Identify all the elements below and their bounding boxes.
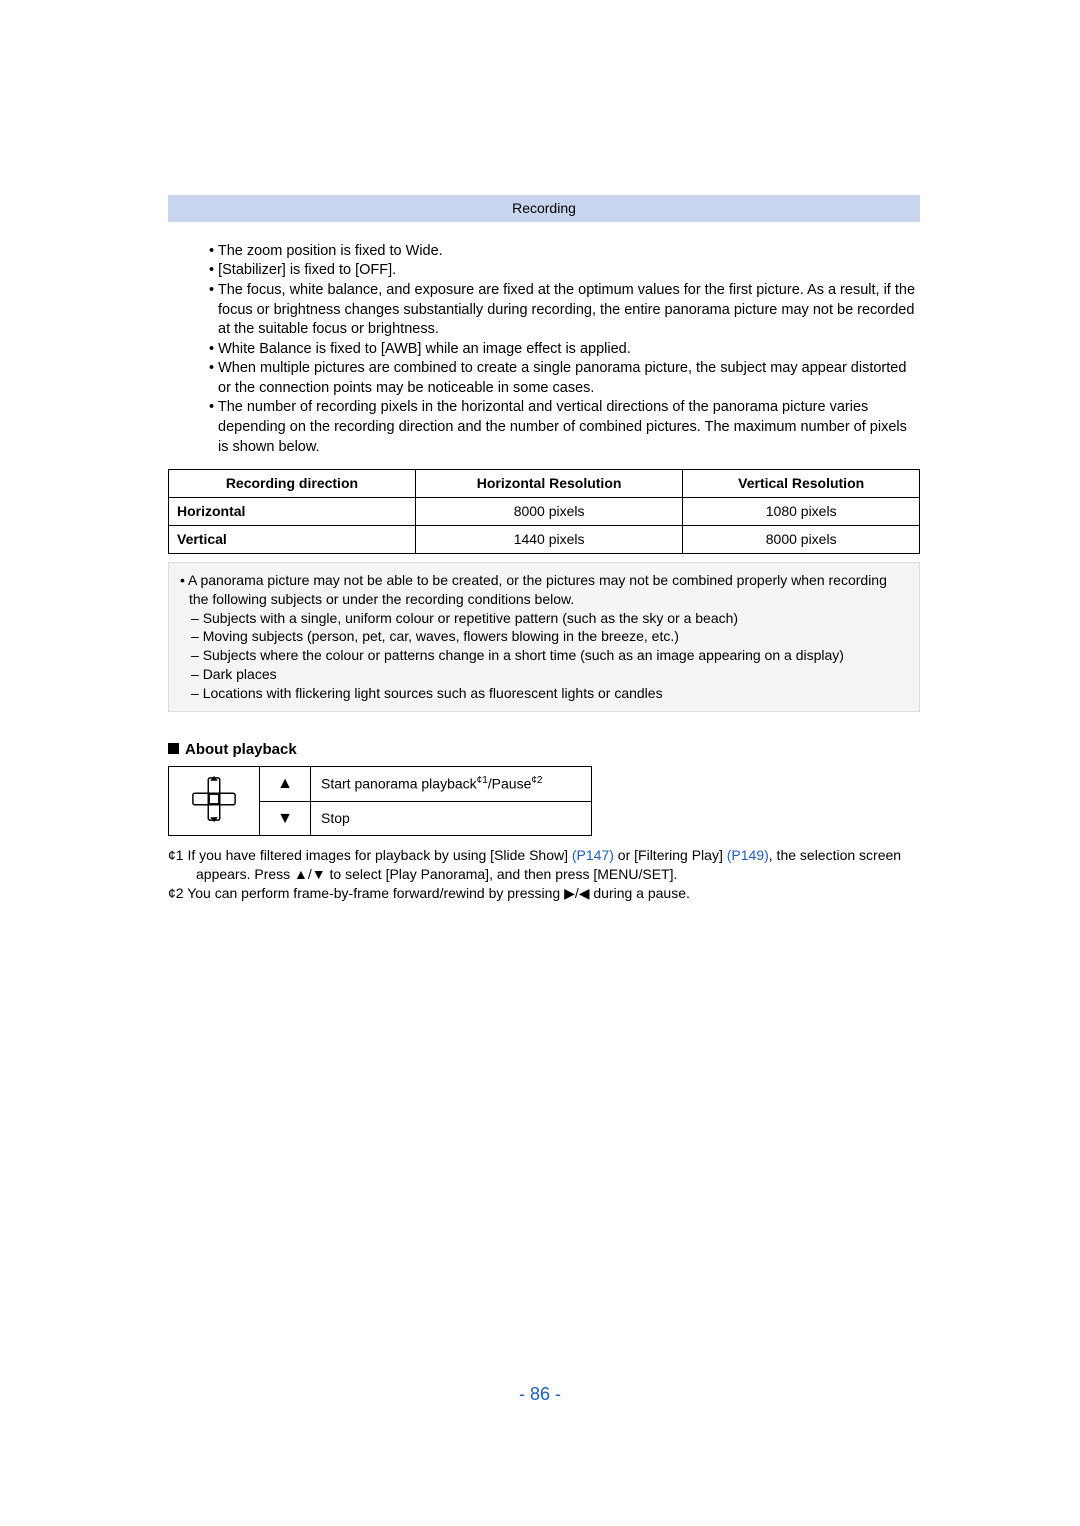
section-header-band: Recording bbox=[168, 195, 920, 222]
dpad-cell bbox=[169, 767, 260, 836]
page-link[interactable]: (P147) bbox=[572, 847, 614, 863]
col-header: Vertical Resolution bbox=[683, 470, 920, 498]
caution-item: Moving subjects (person, pet, car, waves… bbox=[179, 627, 909, 646]
caution-item: Locations with flickering light sources … bbox=[179, 684, 909, 703]
col-header: Recording direction bbox=[169, 470, 416, 498]
page-link[interactable]: (P149) bbox=[727, 847, 769, 863]
cell-direction: Horizontal bbox=[169, 497, 416, 525]
footnote-2: ¢2 You can perform frame-by-frame forwar… bbox=[168, 884, 920, 903]
up-arrow-icon: ▲ bbox=[260, 767, 311, 802]
note-item: The number of recording pixels in the ho… bbox=[208, 398, 920, 457]
caution-box: A panorama picture may not be able to be… bbox=[168, 562, 920, 712]
footnote-text: or [Filtering Play] bbox=[614, 847, 727, 863]
about-playback-heading: About playback bbox=[168, 740, 920, 760]
note-item: The focus, white balance, and exposure a… bbox=[208, 281, 920, 340]
cell-direction: Vertical bbox=[169, 525, 416, 553]
note-item: White Balance is fixed to [AWB] while an… bbox=[208, 340, 920, 360]
playback-desc: Start panorama playback¢1/Pause¢2 bbox=[311, 767, 592, 802]
cell-h-res: 1440 pixels bbox=[415, 525, 682, 553]
resolution-table: Recording direction Horizontal Resolutio… bbox=[168, 469, 920, 554]
playback-table: ▲ Start panorama playback¢1/Pause¢2 ▼ St… bbox=[168, 766, 592, 836]
down-arrow-icon: ▼ bbox=[260, 801, 311, 836]
playback-desc: Stop bbox=[311, 801, 592, 836]
footnotes: ¢1 If you have filtered images for playb… bbox=[168, 846, 920, 903]
table-row: Vertical 1440 pixels 8000 pixels bbox=[169, 525, 920, 553]
cell-v-res: 8000 pixels bbox=[683, 525, 920, 553]
dpad-icon bbox=[190, 775, 238, 823]
note-item: [Stabilizer] is fixed to [OFF]. bbox=[208, 261, 920, 281]
footnote-text: ¢1 If you have filtered images for playb… bbox=[168, 847, 572, 863]
notes-list: The zoom position is fixed to Wide. [Sta… bbox=[168, 242, 920, 457]
table-row: ▲ Start panorama playback¢1/Pause¢2 bbox=[169, 767, 592, 802]
cell-h-res: 8000 pixels bbox=[415, 497, 682, 525]
caution-item: Dark places bbox=[179, 665, 909, 684]
caution-item: Subjects where the colour or patterns ch… bbox=[179, 646, 909, 665]
table-header-row: Recording direction Horizontal Resolutio… bbox=[169, 470, 920, 498]
page-number: - 86 - bbox=[0, 1382, 1080, 1406]
col-header: Horizontal Resolution bbox=[415, 470, 682, 498]
desc-text: /Pause bbox=[488, 776, 532, 792]
heading-text: About playback bbox=[185, 741, 297, 758]
page: Recording The zoom position is fixed to … bbox=[0, 0, 1080, 1526]
cell-v-res: 1080 pixels bbox=[683, 497, 920, 525]
caution-item: Subjects with a single, uniform colour o… bbox=[179, 609, 909, 628]
footnote-ref: ¢1 bbox=[477, 775, 488, 786]
caution-lead: A panorama picture may not be able to be… bbox=[179, 571, 909, 609]
note-item: The zoom position is fixed to Wide. bbox=[208, 242, 920, 262]
table-row: Horizontal 8000 pixels 1080 pixels bbox=[169, 497, 920, 525]
footnote-1: ¢1 If you have filtered images for playb… bbox=[168, 846, 920, 884]
note-item: When multiple pictures are combined to c… bbox=[208, 359, 920, 398]
footnote-ref: ¢2 bbox=[531, 775, 542, 786]
square-bullet-icon bbox=[168, 743, 179, 754]
desc-text: Start panorama playback bbox=[321, 776, 477, 792]
